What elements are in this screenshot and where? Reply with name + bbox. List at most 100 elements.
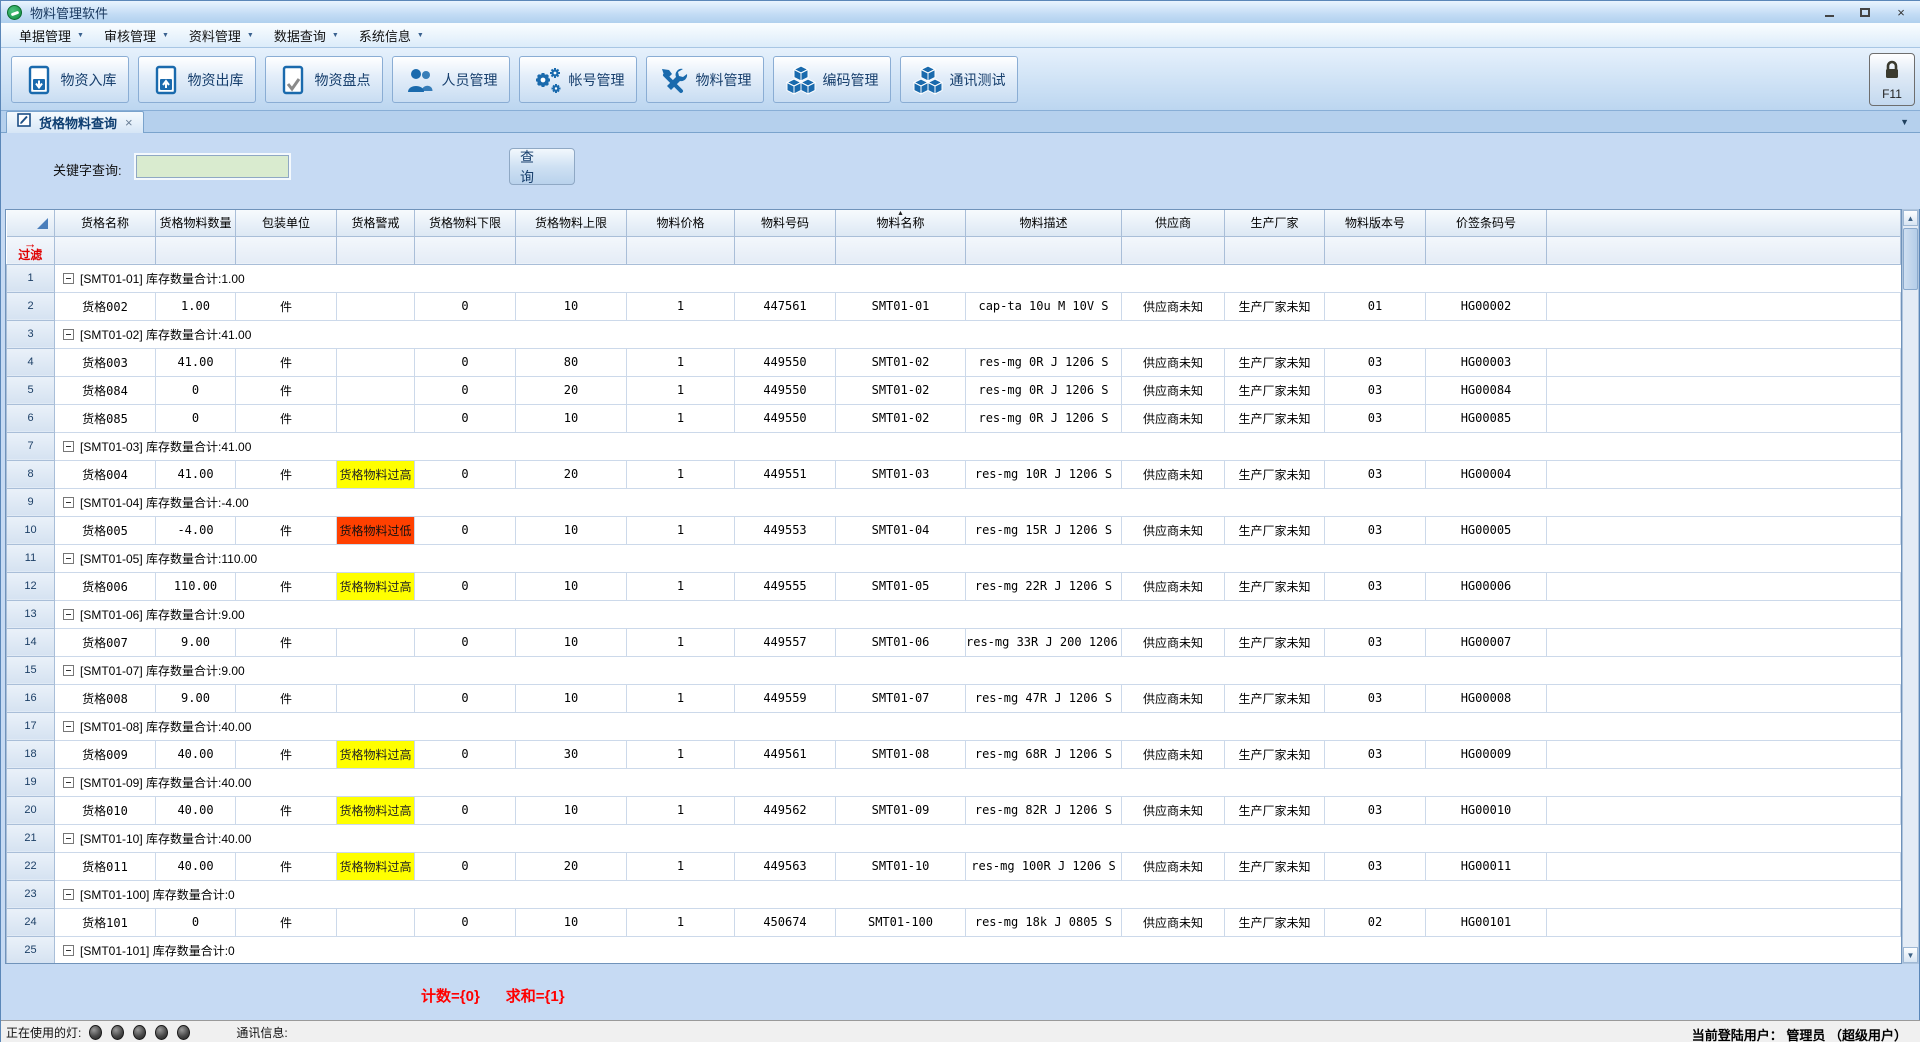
table-row[interactable]: 15[SMT01-07] 库存数量合计:9.00: [7, 656, 1901, 684]
cell[interactable]: 10: [516, 684, 627, 712]
cell[interactable]: 10: [516, 404, 627, 432]
cell[interactable]: 供应商未知: [1122, 796, 1225, 824]
cell[interactable]: 件: [236, 740, 337, 768]
table-row[interactable]: 23[SMT01-100] 库存数量合计:0: [7, 880, 1901, 908]
table-row[interactable]: 16货格0089.00件0101449559SMT01-07res-mg 47R…: [7, 684, 1901, 712]
table-row[interactable]: 25[SMT01-101] 库存数量合计:0: [7, 936, 1901, 964]
cell[interactable]: res-mg 10R J 1206 S: [966, 460, 1122, 488]
filter-input-cell[interactable]: [735, 236, 836, 264]
table-row[interactable]: 8货格00441.00件货格物料过高0201449551SMT01-03res-…: [7, 460, 1901, 488]
filter-input-cell[interactable]: [966, 236, 1122, 264]
group-row-cell[interactable]: [SMT01-08] 库存数量合计:40.00: [55, 712, 1901, 740]
cell[interactable]: 1.00: [156, 292, 236, 320]
cell[interactable]: 货格007: [55, 628, 156, 656]
cell[interactable]: SMT01-02: [836, 348, 966, 376]
collapse-icon[interactable]: [63, 329, 74, 340]
row-number-cell[interactable]: 4: [7, 348, 55, 376]
cell[interactable]: 供应商未知: [1122, 516, 1225, 544]
cell[interactable]: 1: [627, 684, 735, 712]
cell[interactable]: 0: [415, 292, 516, 320]
cell[interactable]: 供应商未知: [1122, 740, 1225, 768]
cell[interactable]: HG00003: [1426, 348, 1547, 376]
row-number-cell[interactable]: 9: [7, 488, 55, 516]
group-row-cell[interactable]: [SMT01-02] 库存数量合计:41.00: [55, 320, 1901, 348]
cell[interactable]: 01: [1325, 292, 1426, 320]
cell[interactable]: 0: [415, 852, 516, 880]
cell[interactable]: res-mg 0R J 1206 S: [966, 348, 1122, 376]
cell[interactable]: 0: [415, 796, 516, 824]
column-header[interactable]: 物料价格: [627, 210, 735, 236]
column-header[interactable]: 货格名称: [55, 210, 156, 236]
cell[interactable]: 449550: [735, 376, 836, 404]
scroll-down-icon[interactable]: ▼: [1903, 947, 1918, 963]
table-row[interactable]: 22货格01140.00件货格物料过高0201449563SMT01-10res…: [7, 852, 1901, 880]
table-row[interactable]: 4货格00341.00件0801449550SMT01-02res-mg 0R …: [7, 348, 1901, 376]
group-row-cell[interactable]: [SMT01-04] 库存数量合计:-4.00: [55, 488, 1901, 516]
cell[interactable]: 件: [236, 908, 337, 936]
column-header[interactable]: 物料号码: [735, 210, 836, 236]
cell[interactable]: 1: [627, 852, 735, 880]
tab-cargo-material-query[interactable]: 货格物料查询 ×: [6, 111, 144, 133]
cell[interactable]: 货格101: [55, 908, 156, 936]
vertical-scrollbar[interactable]: ▲ ▼: [1902, 209, 1919, 964]
cell[interactable]: 1: [627, 796, 735, 824]
cell[interactable]: 1: [627, 404, 735, 432]
table-row[interactable]: 6货格0850件0101449550SMT01-02res-mg 0R J 12…: [7, 404, 1901, 432]
cell[interactable]: 0: [415, 404, 516, 432]
cell[interactable]: 供应商未知: [1122, 376, 1225, 404]
cell[interactable]: HG00008: [1426, 684, 1547, 712]
row-number-cell[interactable]: 8: [7, 460, 55, 488]
tab-close-icon[interactable]: ×: [125, 115, 133, 130]
table-row[interactable]: 18货格00940.00件货格物料过高0301449561SMT01-08res…: [7, 740, 1901, 768]
cell[interactable]: res-mg 18k J 0805 S: [966, 908, 1122, 936]
close-button[interactable]: ×: [1891, 4, 1911, 20]
cell[interactable]: 449557: [735, 628, 836, 656]
cell[interactable]: res-mg 82R J 1206 S: [966, 796, 1122, 824]
table-row[interactable]: 21[SMT01-10] 库存数量合计:40.00: [7, 824, 1901, 852]
cell[interactable]: 件: [236, 516, 337, 544]
cell[interactable]: HG00009: [1426, 740, 1547, 768]
group-row-cell[interactable]: [SMT01-07] 库存数量合计:9.00: [55, 656, 1901, 684]
table-row[interactable]: 19[SMT01-09] 库存数量合计:40.00: [7, 768, 1901, 796]
row-number-cell[interactable]: 23: [7, 880, 55, 908]
cell[interactable]: 货格084: [55, 376, 156, 404]
row-number-cell[interactable]: 12: [7, 572, 55, 600]
row-number-cell[interactable]: 15: [7, 656, 55, 684]
cell[interactable]: 1: [627, 348, 735, 376]
cell[interactable]: 0: [415, 572, 516, 600]
cell[interactable]: 450674: [735, 908, 836, 936]
grid-corner-cell[interactable]: [7, 210, 55, 236]
cell[interactable]: res-mg 68R J 1206 S: [966, 740, 1122, 768]
keyword-search-input[interactable]: [136, 155, 289, 178]
table-row[interactable]: 1[SMT01-01] 库存数量合计:1.00: [7, 264, 1901, 292]
cell[interactable]: 1: [627, 572, 735, 600]
filter-input-cell[interactable]: [156, 236, 236, 264]
cell[interactable]: 03: [1325, 628, 1426, 656]
cell[interactable]: 41.00: [156, 348, 236, 376]
tab-overflow-chevron-icon[interactable]: ▼: [1900, 117, 1909, 127]
cell[interactable]: 449561: [735, 740, 836, 768]
collapse-icon[interactable]: [63, 609, 74, 620]
cell[interactable]: 件: [236, 460, 337, 488]
cell[interactable]: SMT01-04: [836, 516, 966, 544]
collapse-icon[interactable]: [63, 665, 74, 676]
cell[interactable]: res-mg 0R J 1206 S: [966, 404, 1122, 432]
cell[interactable]: 1: [627, 628, 735, 656]
cell[interactable]: SMT01-06: [836, 628, 966, 656]
table-row[interactable]: 24货格1010件0101450674SMT01-100res-mg 18k J…: [7, 908, 1901, 936]
filter-button[interactable]: →过滤: [7, 236, 55, 264]
scrollbar-thumb[interactable]: [1903, 228, 1918, 290]
cell[interactable]: SMT01-100: [836, 908, 966, 936]
cell[interactable]: 货格009: [55, 740, 156, 768]
filter-input-cell[interactable]: [1122, 236, 1225, 264]
cell[interactable]: 1: [627, 740, 735, 768]
cell[interactable]: [337, 376, 415, 404]
cell[interactable]: 件: [236, 292, 337, 320]
cell[interactable]: 449563: [735, 852, 836, 880]
toolbar-button[interactable]: 物资出库: [138, 56, 256, 103]
cell[interactable]: 货格006: [55, 572, 156, 600]
group-row-cell[interactable]: [SMT01-03] 库存数量合计:41.00: [55, 432, 1901, 460]
filter-input-cell[interactable]: [1547, 236, 1901, 264]
cell[interactable]: 02: [1325, 908, 1426, 936]
cell[interactable]: [337, 684, 415, 712]
